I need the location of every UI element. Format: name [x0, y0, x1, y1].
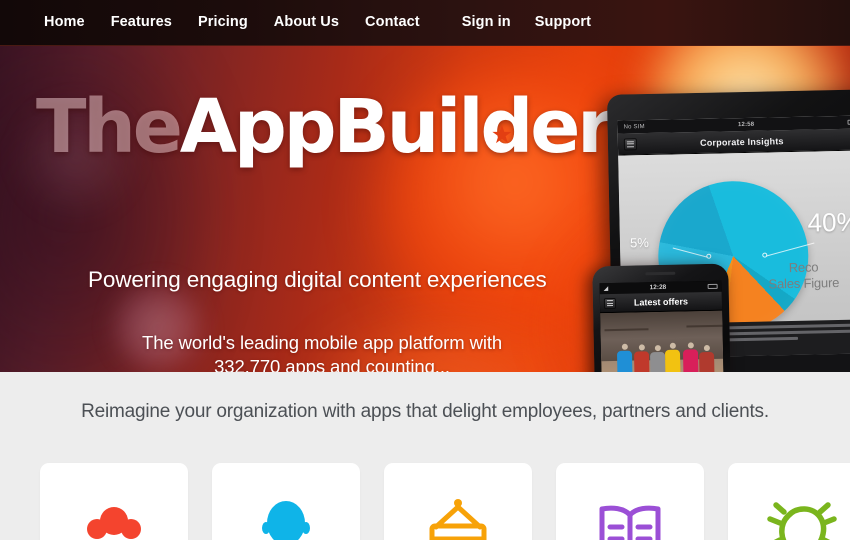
sign-board-icon — [422, 493, 494, 540]
page-root: Home Features Pricing About Us Contact S… — [0, 0, 850, 540]
logo-part-l: l — [458, 84, 483, 170]
pie-label-40: 40% — [807, 206, 850, 238]
logo-part-bui: Bui — [333, 84, 461, 170]
mannequin — [682, 342, 699, 372]
brand-logo: TheAppBuild ★ er — [36, 90, 614, 164]
tablet-caption-line1: Reco — [788, 259, 819, 276]
hero-subline-line2: 332,770 apps and counting... — [214, 356, 450, 372]
tablet-caption-line2: Sales Figure — [768, 275, 840, 292]
logo-part-app: App — [179, 84, 337, 170]
phone-battery-icon — [707, 283, 718, 290]
hero-banner: TheAppBuild ★ er Powering engaging digital… — [0, 46, 850, 372]
nav-item-features[interactable]: Features — [111, 15, 172, 30]
feature-card-signboard[interactable] — [384, 463, 532, 540]
people-group-icon — [78, 493, 150, 540]
tablet-app-title: Corporate Insights — [699, 135, 784, 148]
nav-item-pricing[interactable]: Pricing — [198, 15, 248, 30]
phone-mockup: ◢ 12:28 Latest offers — [592, 263, 732, 372]
person-head-icon — [250, 493, 322, 540]
nav-item-support[interactable]: Support — [535, 15, 591, 30]
pie-label-5: 5% — [629, 234, 649, 251]
top-navigation-bar: Home Features Pricing About Us Contact S… — [0, 0, 850, 46]
features-section: Reimagine your organization with apps th… — [0, 372, 850, 540]
nav-item-about-us[interactable]: About Us — [274, 15, 339, 30]
hero-subline: The world's leading mobile app platform … — [142, 331, 522, 372]
hero-text-content: TheAppBuild ★ er Powering engaging digital… — [0, 46, 620, 372]
nav-item-home[interactable]: Home — [44, 15, 85, 30]
hamburger-menu-icon[interactable] — [623, 137, 638, 150]
feature-card-list — [40, 463, 850, 540]
tablet-chart-caption: Reco Sales Figure — [744, 259, 850, 294]
phone-title-bar: Latest offers — [599, 291, 723, 314]
features-lead-text: Reimagine your organization with apps th… — [81, 401, 769, 422]
hero-subline-line1: The world's leading mobile app platform … — [142, 332, 503, 353]
hero-tagline: Powering engaging digital content experi… — [88, 267, 547, 292]
logo-part-the: The — [36, 84, 183, 170]
tablet-status-time: 12:58 — [737, 121, 755, 128]
phone-screen: ◢ 12:28 Latest offers — [599, 280, 725, 372]
phone-status-time: 12:28 — [649, 283, 667, 292]
mannequin — [664, 342, 681, 372]
tablet-status-carrier: No SIM — [623, 123, 645, 130]
mannequin — [649, 345, 666, 372]
nav-item-contact[interactable]: Contact — [365, 15, 420, 30]
logo-part-d-with-star: d ★ — [480, 90, 533, 164]
nav-secondary-links: Sign in Support — [462, 15, 615, 30]
feature-card-person[interactable] — [212, 463, 360, 540]
device-mockups: No SIM 12:58 Corporate Insights 40% 5% R… — [590, 46, 850, 372]
nav-primary-links: Home Features Pricing About Us Contact — [44, 15, 420, 30]
mannequin — [699, 345, 715, 372]
feature-card-group[interactable] — [40, 463, 188, 540]
pie-leader-dot-40 — [762, 252, 768, 258]
open-book-icon — [594, 493, 666, 540]
feature-card-lightbulb[interactable] — [728, 463, 850, 540]
nav-item-sign-in[interactable]: Sign in — [462, 15, 511, 30]
feature-card-book[interactable] — [556, 463, 704, 540]
mannequin — [633, 344, 650, 372]
pie-leader-dot-5 — [706, 253, 712, 259]
phone-retail-photo — [600, 310, 725, 372]
phone-hamburger-menu-icon[interactable] — [603, 297, 617, 309]
light-bulb-icon — [766, 493, 838, 540]
logo-letter-d: d — [480, 84, 533, 170]
phone-app-title: Latest offers — [633, 296, 689, 308]
mannequin — [616, 343, 633, 372]
